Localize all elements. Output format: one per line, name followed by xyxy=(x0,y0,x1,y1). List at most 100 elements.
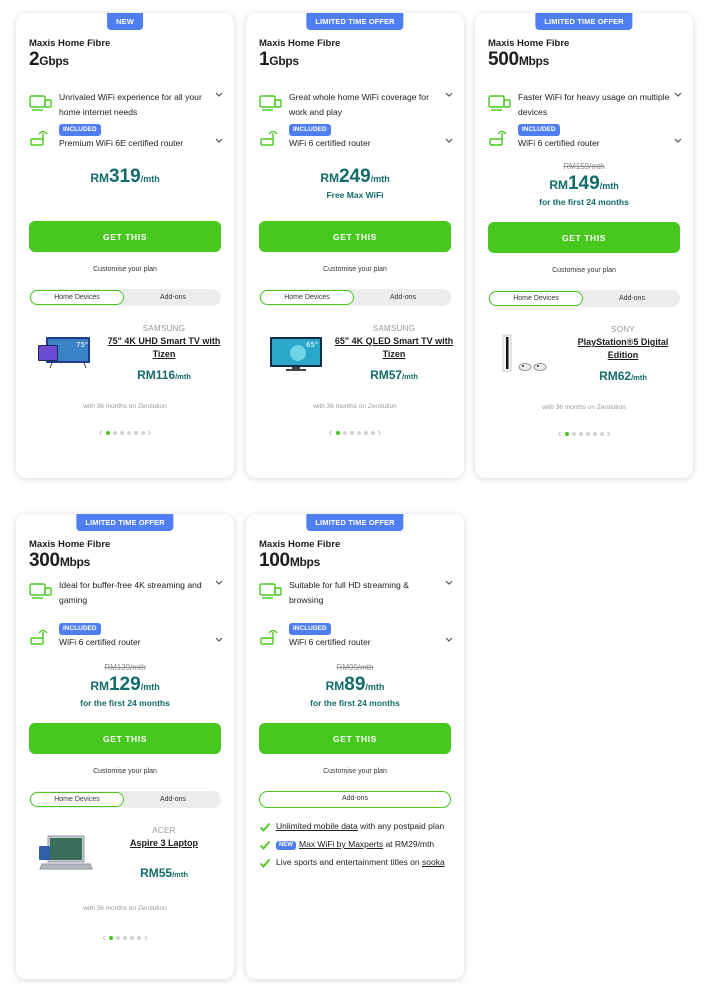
tab-add-ons[interactable]: Add-ons xyxy=(356,290,450,305)
home-wifi-device-icon xyxy=(259,583,282,599)
feature-text: Suitable for full HD streaming & browsin… xyxy=(289,580,409,605)
get-this-button[interactable]: GET THIS xyxy=(259,723,451,754)
get-this-button[interactable]: GET THIS xyxy=(259,221,451,252)
new-tag: NEW xyxy=(276,841,296,850)
pager-dot[interactable] xyxy=(109,936,113,940)
feature-row[interactable]: Suitable for full HD streaming & browsin… xyxy=(259,578,454,608)
plan-card-1gbps: LIMITED TIME OFFER Maxis Home Fibre 1Gbp… xyxy=(246,13,464,478)
device-name-link[interactable]: PlayStation®5 Digital Edition xyxy=(563,336,683,362)
pager-dot[interactable] xyxy=(571,432,576,436)
zerolution-note: with 36 months on Zerolution xyxy=(542,404,626,411)
price-block: RM319/mth xyxy=(90,166,160,187)
pager-dot[interactable] xyxy=(599,432,604,436)
device-brand: ACER xyxy=(152,826,176,835)
router-text: WiFi 6 certified router xyxy=(518,138,600,148)
get-this-button[interactable]: GET THIS xyxy=(29,723,221,754)
device-carousel-pager: ‹ › xyxy=(16,428,234,439)
laptop-icon xyxy=(39,835,93,870)
pager-dot[interactable] xyxy=(130,936,134,940)
price-note: for the first 24 months xyxy=(310,698,400,708)
svg-text:65": 65" xyxy=(306,341,318,349)
included-tag: INCLUDED xyxy=(59,124,101,136)
tab-add-ons[interactable]: Add-ons xyxy=(585,291,679,306)
pager-dot[interactable] xyxy=(123,936,127,940)
pager-dot[interactable] xyxy=(370,431,375,435)
chevron-down-icon[interactable] xyxy=(214,136,224,146)
pager-dot[interactable] xyxy=(335,431,340,435)
pager-dot[interactable] xyxy=(592,432,597,436)
chevron-right-icon[interactable]: › xyxy=(148,428,152,439)
tab-home-devices[interactable]: Home Devices xyxy=(30,792,124,807)
chevron-right-icon[interactable]: › xyxy=(144,933,148,944)
feature-row[interactable]: Unrivaled WiFi experience for all your h… xyxy=(29,90,224,120)
chevron-left-icon[interactable]: ‹ xyxy=(99,428,103,439)
tab-add-ons[interactable]: Add-ons xyxy=(126,290,220,305)
unlimited-data-link[interactable]: Unlimited mobile data xyxy=(276,821,358,831)
tab-home-devices[interactable]: Home Devices xyxy=(489,291,583,306)
chevron-down-icon[interactable] xyxy=(673,90,683,100)
pager-dot[interactable] xyxy=(105,431,110,435)
customise-plan-label: Customise your plan xyxy=(323,266,387,273)
pager-dot[interactable] xyxy=(112,431,117,435)
router-icon xyxy=(260,130,278,146)
get-this-button[interactable]: GET THIS xyxy=(488,222,680,253)
chevron-left-icon[interactable]: ‹ xyxy=(558,429,562,440)
old-price: RM99/mth xyxy=(336,663,374,672)
pager-dot[interactable] xyxy=(137,936,141,940)
pager-dot[interactable] xyxy=(349,431,354,435)
router-text: WiFi 6 certified router xyxy=(289,138,371,148)
pager-dot[interactable] xyxy=(578,432,583,436)
pager-dot[interactable] xyxy=(119,431,124,435)
device-brand: SAMSUNG xyxy=(142,324,186,333)
tab-home-devices[interactable]: Home Devices xyxy=(260,290,354,305)
feature-row[interactable]: Ideal for buffer-free 4K streaming and g… xyxy=(29,578,224,608)
router-row[interactable]: INCLUDED WiFi 6 certified router xyxy=(488,121,683,151)
feature-row[interactable]: Faster WiFi for heavy usage on multiple … xyxy=(488,90,683,120)
device-name-link[interactable]: Aspire 3 Laptop xyxy=(104,837,224,850)
pager-dot[interactable] xyxy=(140,431,145,435)
chevron-down-icon[interactable] xyxy=(214,90,224,100)
chevron-left-icon[interactable]: ‹ xyxy=(102,933,106,944)
chevron-right-icon[interactable]: › xyxy=(378,428,382,439)
price-note: Free Max WiFi xyxy=(326,190,384,200)
chevron-down-icon[interactable] xyxy=(673,136,683,146)
chevron-down-icon[interactable] xyxy=(444,635,454,645)
svg-text:75": 75" xyxy=(76,341,88,349)
plan-badge: LIMITED TIME OFFER xyxy=(306,514,404,531)
get-this-button[interactable]: GET THIS xyxy=(29,221,221,252)
chevron-down-icon[interactable] xyxy=(214,578,224,588)
max-wifi-link[interactable]: Max WiFi by Maxperts xyxy=(299,839,383,849)
chevron-left-icon[interactable]: ‹ xyxy=(329,428,333,439)
price-amount: 249 xyxy=(338,166,371,187)
device-name-link[interactable]: 65" 4K QLED Smart TV with Tizen xyxy=(334,335,454,361)
router-row[interactable]: INCLUDED Premium WiFi 6E certified router xyxy=(29,121,224,151)
device-brand: SAMSUNG xyxy=(372,324,416,333)
chevron-down-icon[interactable] xyxy=(444,578,454,588)
chevron-down-icon[interactable] xyxy=(444,136,454,146)
feature-row[interactable]: Great whole home WiFi coverage for work … xyxy=(259,90,454,120)
pager-dot[interactable] xyxy=(363,431,368,435)
router-row[interactable]: INCLUDED WiFi 6 certified router xyxy=(29,620,224,650)
pager-dot[interactable] xyxy=(585,432,590,436)
tv-icon: 65" xyxy=(270,337,322,371)
router-row[interactable]: INCLUDED WiFi 6 certified router xyxy=(259,620,454,650)
old-price: RM139/mth xyxy=(104,663,146,672)
chevron-down-icon[interactable] xyxy=(444,90,454,100)
check-icon xyxy=(259,822,271,832)
tab-add-ons[interactable]: Add-ons xyxy=(126,792,220,807)
pager-dot[interactable] xyxy=(133,431,138,435)
pager-dot[interactable] xyxy=(342,431,347,435)
tab-home-devices[interactable]: Home Devices xyxy=(30,290,124,305)
pager-dot[interactable] xyxy=(116,936,120,940)
device-name-link[interactable]: 75" 4K UHD Smart TV with Tizen xyxy=(104,335,224,361)
tab-add-ons[interactable]: Add-ons xyxy=(261,792,449,807)
sooka-link[interactable]: sooka xyxy=(422,857,445,867)
customise-plan-label: Customise your plan xyxy=(323,768,387,775)
chevron-right-icon[interactable]: › xyxy=(607,429,611,440)
plan-speed: 300Mbps xyxy=(29,550,90,571)
pager-dot[interactable] xyxy=(356,431,361,435)
chevron-down-icon[interactable] xyxy=(214,635,224,645)
pager-dot[interactable] xyxy=(126,431,131,435)
router-row[interactable]: INCLUDED WiFi 6 certified router xyxy=(259,121,454,151)
pager-dot[interactable] xyxy=(564,432,569,436)
